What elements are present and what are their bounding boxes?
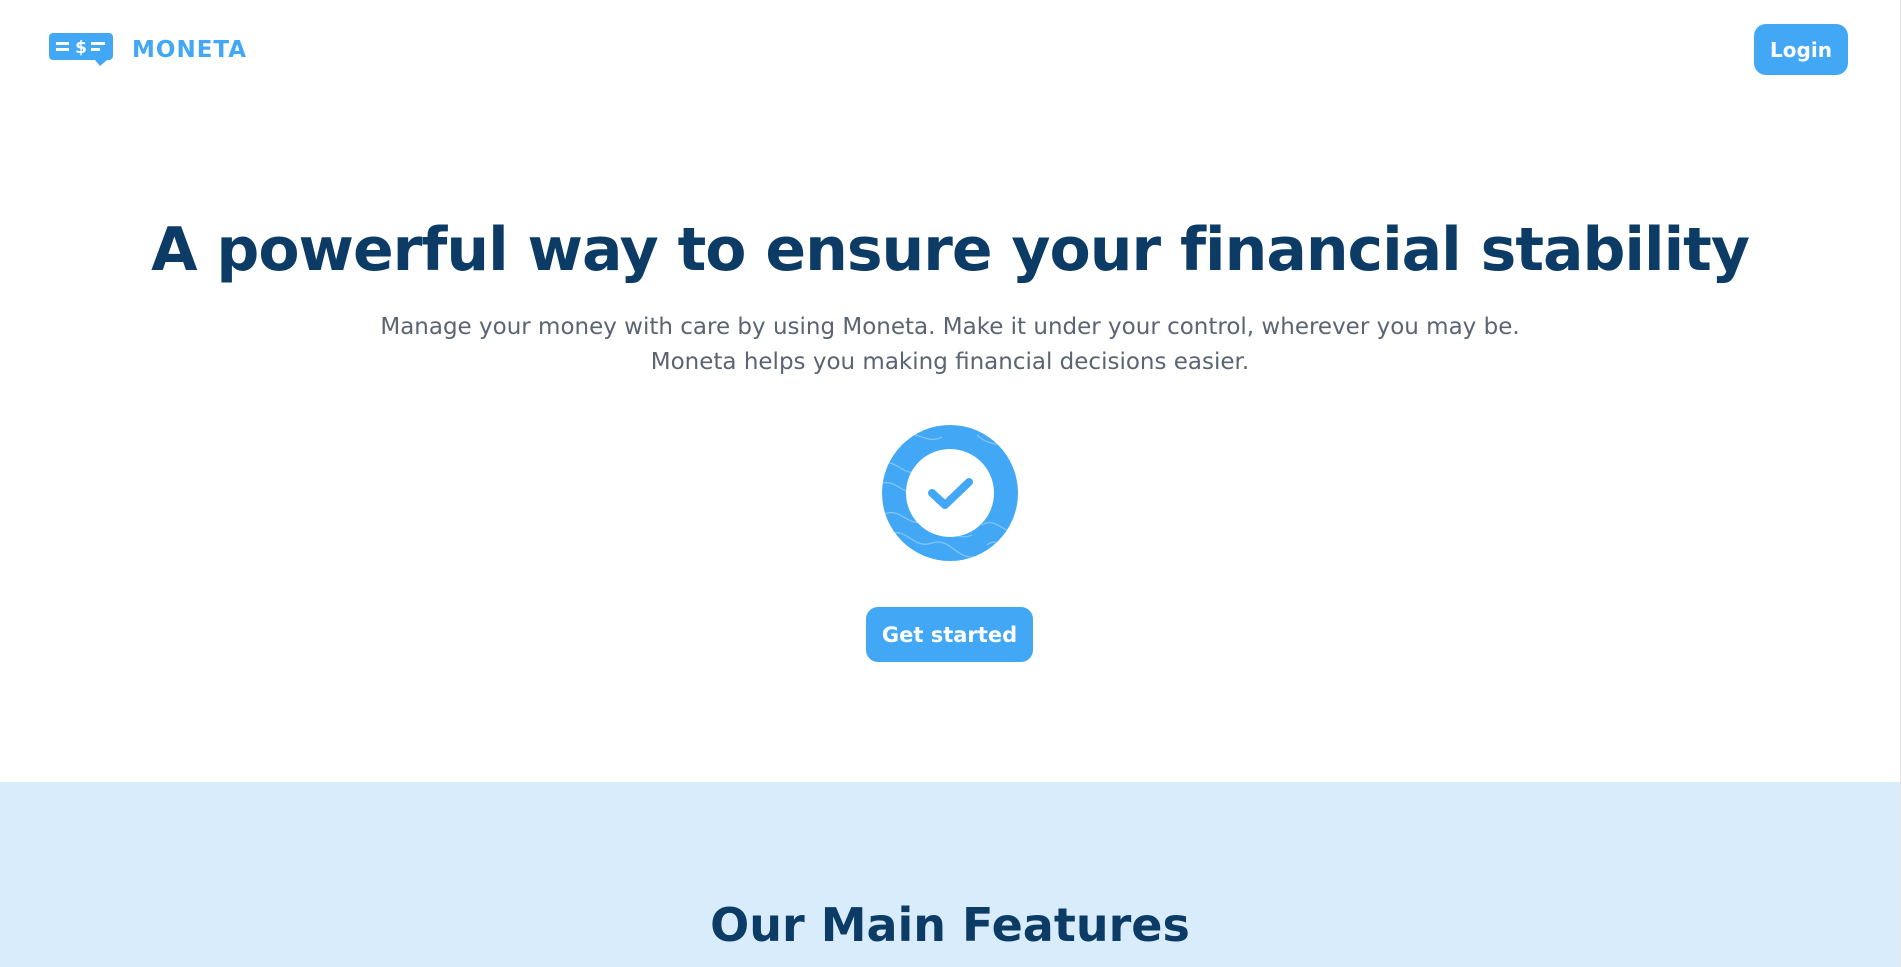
get-started-button[interactable]: Get started [866, 607, 1033, 662]
features-title: Our Main Features [710, 898, 1190, 952]
features-section: Our Main Features [0, 782, 1900, 967]
hero-section: A powerful way to ensure your financial … [0, 100, 1900, 782]
site-header: $ MONETA Login [0, 0, 1900, 100]
hero-subtitle-line-2: Moneta helps you making financial decisi… [650, 349, 1250, 375]
hero-subtitle-line-1: Manage your money with care by using Mon… [380, 314, 1520, 340]
brand-link[interactable]: $ MONETA [49, 33, 247, 66]
svg-text:$: $ [75, 38, 87, 58]
login-button[interactable]: Login [1754, 24, 1848, 75]
moneta-logo-icon: $ [49, 33, 113, 66]
brand-name: MONETA [132, 36, 248, 63]
landing-page: $ MONETA Login A powerful way to ensure … [0, 0, 1900, 967]
hero-subtitle: Manage your money with care by using Mon… [300, 310, 1600, 380]
hero-title: A powerful way to ensure your financial … [151, 215, 1750, 285]
check-circle-icon [882, 425, 1018, 561]
